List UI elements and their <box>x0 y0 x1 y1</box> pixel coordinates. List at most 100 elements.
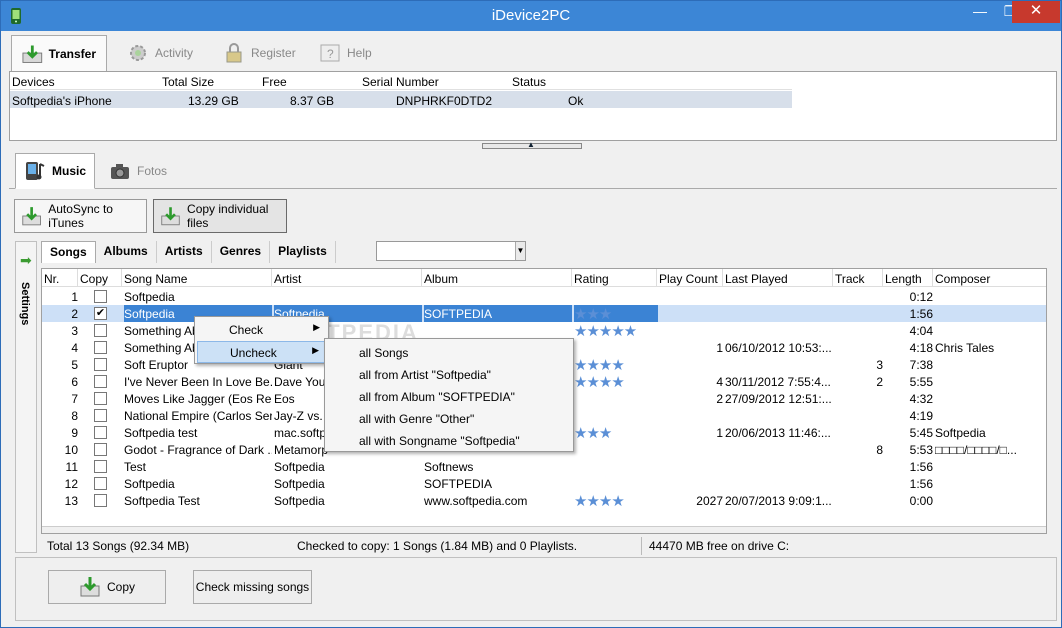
panel-splitter[interactable]: ▲ <box>482 140 582 149</box>
copy-button-label: Copy <box>106 580 135 594</box>
column-header-artist[interactable]: Artist <box>274 272 301 286</box>
menu-item-uncheck[interactable]: Uncheck ▶ <box>197 341 326 363</box>
menu-item-check[interactable]: Check ▶ <box>197 319 326 341</box>
cell-playcount <box>659 305 723 322</box>
cell-composer <box>935 305 1046 322</box>
cell-length: 5:45 <box>909 426 933 440</box>
submenu-item[interactable]: all from Album "SOFTPEDIA" <box>327 386 571 408</box>
cell-playcount <box>659 441 723 458</box>
autosync-button[interactable]: AutoSync to iTunes <box>14 199 147 233</box>
copy-checkbox[interactable] <box>94 341 107 354</box>
cell-nr: 4 <box>71 341 78 355</box>
col-devices[interactable]: Devices <box>12 75 55 89</box>
minimize-button[interactable]: — <box>965 1 995 23</box>
toolbar-activity-label: Activity <box>155 46 194 60</box>
copy-checkbox[interactable] <box>94 375 107 388</box>
cell-album: www.softpedia.com <box>424 494 528 508</box>
title-bar: iDevice2PC — ❐ ✕ <box>1 1 1061 31</box>
subtab-playlists[interactable]: Playlists <box>270 241 336 263</box>
column-separator[interactable] <box>421 269 422 287</box>
cell-nr: 8 <box>71 409 78 423</box>
column-header-rating[interactable]: Rating <box>574 272 609 286</box>
cell-name: Godot - Fragrance of Dark ... <box>124 443 272 457</box>
copy-checkbox[interactable] <box>94 324 107 337</box>
submenu-item[interactable]: all with Songname "Softpedia" <box>327 430 571 452</box>
table-row[interactable]: 11 Test Softpedia Softnews 1:56 <box>42 458 1046 475</box>
cell-track <box>835 322 883 339</box>
device-row[interactable]: Softpedia's iPhone 13.29 GB 8.37 GB DNPH… <box>10 91 792 108</box>
column-header-nr[interactable]: Nr. <box>44 272 59 286</box>
subtab-genres[interactable]: Genres <box>212 241 271 263</box>
column-separator[interactable] <box>271 269 272 287</box>
col-free[interactable]: Free <box>262 75 287 89</box>
column-separator[interactable] <box>832 269 833 287</box>
column-header-album[interactable]: Album <box>424 272 458 286</box>
toolbar-help[interactable]: ? Help <box>309 35 382 71</box>
copy-checkbox[interactable] <box>94 290 107 303</box>
submenu-item[interactable]: all from Artist "Softpedia" <box>327 364 571 386</box>
column-separator[interactable] <box>121 269 122 287</box>
column-separator[interactable] <box>722 269 723 287</box>
horizontal-scrollbar[interactable] <box>42 526 1046 533</box>
check-missing-button[interactable]: Check missing songs <box>193 570 312 604</box>
column-header-copy[interactable]: Copy <box>80 272 108 286</box>
copy-checkbox[interactable] <box>94 358 107 371</box>
column-separator[interactable] <box>932 269 933 287</box>
toolbar-activity[interactable]: Activity <box>117 35 203 71</box>
device-name: Softpedia's iPhone <box>12 94 112 108</box>
col-total-size[interactable]: Total Size <box>162 75 214 89</box>
copy-checkbox[interactable] <box>94 460 107 473</box>
rating-stars <box>574 475 658 492</box>
devices-list[interactable]: Devices Total Size Free Serial Number St… <box>9 71 1057 141</box>
copy-checkbox[interactable] <box>94 477 107 490</box>
cell-lastplayed <box>725 475 833 492</box>
column-header-length[interactable]: Length <box>885 272 922 286</box>
table-row[interactable]: 13 Softpedia Test Softpedia www.softpedia.c… <box>42 492 1046 509</box>
toolbar-transfer[interactable]: Transfer <box>11 35 107 71</box>
table-row[interactable]: 3Something Aboaft Punk★★★★★4:04 <box>42 322 1046 339</box>
copy-checkbox[interactable] <box>94 409 107 422</box>
tab-music[interactable]: Music <box>15 153 96 189</box>
submenu-arrow-icon: ▶ <box>313 322 320 332</box>
cell-playcount: 4 <box>716 375 723 389</box>
subtab-albums[interactable]: Albums <box>96 241 157 263</box>
column-separator[interactable] <box>571 269 572 287</box>
copy-button[interactable]: Copy <box>48 570 166 604</box>
column-separator[interactable] <box>656 269 657 287</box>
cell-playcount <box>659 407 723 424</box>
status-divider <box>641 537 642 555</box>
table-row[interactable]: 1 Softpedia 0:12 <box>42 288 1046 305</box>
copy-checkbox[interactable] <box>94 392 107 405</box>
settings-panel-toggle[interactable]: ➡ Settings <box>15 241 37 553</box>
column-separator[interactable] <box>77 269 78 287</box>
filter-combo[interactable]: ▼ <box>376 241 526 261</box>
subtab-artists[interactable]: Artists <box>157 241 212 263</box>
column-header-name[interactable]: Song Name <box>124 272 187 286</box>
rating-stars: ★★★★ <box>574 493 625 509</box>
cell-composer <box>935 492 1046 509</box>
table-row[interactable]: 12 Softpedia Softpedia SOFTPEDIA 1:56 <box>42 475 1046 492</box>
subtab-songs[interactable]: Songs <box>41 241 96 263</box>
column-separator[interactable] <box>882 269 883 287</box>
copy-checkbox[interactable] <box>94 426 107 439</box>
column-header-playcount[interactable]: Play Count <box>659 272 718 286</box>
table-row[interactable]: 2 ✔ Softpedia Softpedia SOFTPEDIA ★★★ 1:56 <box>42 305 1046 322</box>
cell-lastplayed <box>725 356 833 373</box>
toolbar-register[interactable]: Register <box>213 35 306 71</box>
chevron-down-icon[interactable]: ▼ <box>515 242 525 260</box>
column-header-track[interactable]: Track <box>835 272 865 286</box>
column-header-composer[interactable]: Composer <box>935 272 990 286</box>
submenu-item[interactable]: all Songs <box>327 342 571 364</box>
copy-checkbox[interactable]: ✔ <box>94 307 107 320</box>
copy-checkbox[interactable] <box>94 494 107 507</box>
copy-individual-button[interactable]: Copy individual files <box>153 199 287 233</box>
tab-fotos[interactable]: Fotos <box>101 153 175 189</box>
expand-arrow-icon: ➡ <box>20 252 32 268</box>
col-serial[interactable]: Serial Number <box>362 75 439 89</box>
column-header-lastplayed[interactable]: Last Played <box>725 272 788 286</box>
col-status[interactable]: Status <box>512 75 546 89</box>
copy-checkbox[interactable] <box>94 443 107 456</box>
submenu-item[interactable]: all with Genre "Other" <box>327 408 571 430</box>
close-button[interactable]: ✕ <box>1012 1 1060 23</box>
check-missing-label: Check missing songs <box>195 580 310 594</box>
